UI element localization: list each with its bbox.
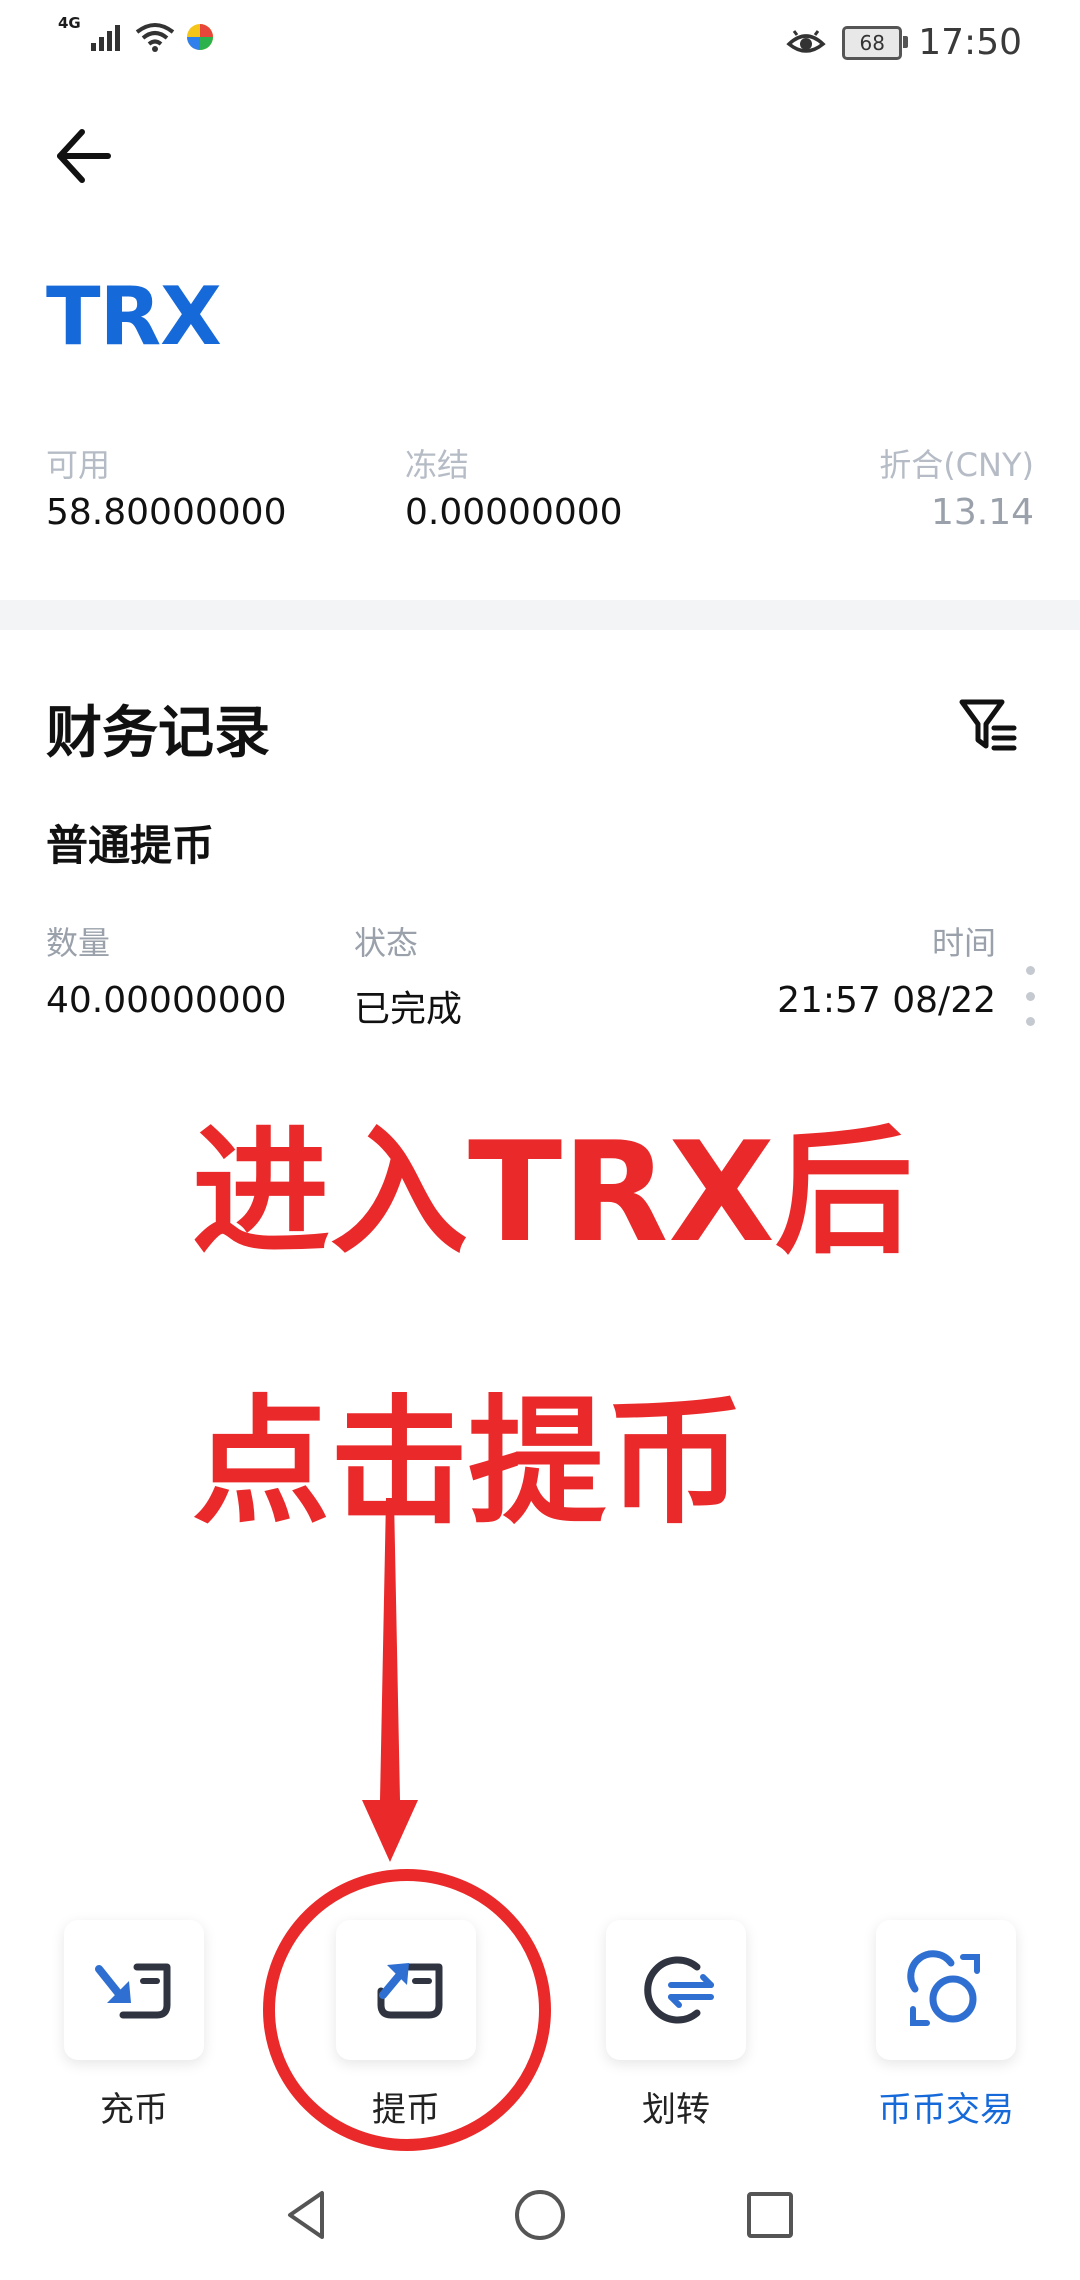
- deposit-icon: [95, 1963, 171, 2019]
- transfer-icon: [644, 1956, 714, 2024]
- nav-home-icon[interactable]: [510, 2185, 570, 2245]
- annotation-arrow-shaft: [380, 1498, 400, 1800]
- annotation-arrow-head: [362, 1800, 418, 1862]
- transfer-label[interactable]: 划转: [566, 2082, 786, 2131]
- deposit-button[interactable]: [64, 1920, 204, 2060]
- nav-back-icon[interactable]: [278, 2185, 338, 2245]
- nav-recents-icon[interactable]: [740, 2185, 800, 2245]
- spot-trade-button[interactable]: [876, 1920, 1016, 2060]
- spot-trade-label[interactable]: 币币交易: [836, 2082, 1056, 2131]
- deposit-label[interactable]: 充币: [24, 2082, 244, 2131]
- withdraw-label[interactable]: 提币: [296, 2082, 516, 2131]
- transfer-button[interactable]: [606, 1920, 746, 2060]
- withdraw-icon: [377, 1963, 443, 2019]
- withdraw-button[interactable]: [336, 1920, 476, 2060]
- trade-icon: [907, 1950, 980, 2026]
